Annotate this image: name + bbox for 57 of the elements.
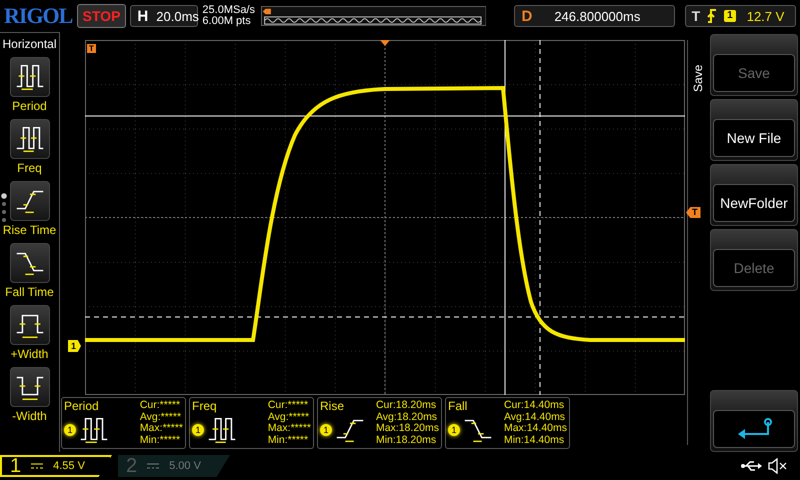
channel-tab[interactable]: 2 5.00 V [118, 455, 230, 477]
sample-rate: 25.0MSa/s [202, 5, 256, 16]
delay-label: D [521, 8, 532, 24]
measurement-value: Cur:14.40ms [504, 400, 566, 412]
trigger-channel-badge: 1 [724, 10, 736, 22]
horizontal-label: H [137, 8, 148, 24]
measurement-title: Rise [320, 400, 346, 413]
measurement-value: Max:14.40ms [504, 423, 567, 434]
measurement-value: Min:18.20ms [376, 434, 438, 446]
trigger-position-marker[interactable]: T [87, 44, 96, 53]
trigger-label: T [692, 8, 700, 24]
channel-badge: 1 [320, 424, 332, 436]
measurement-value: Cur:***** [140, 400, 182, 412]
channel-number: 1 [10, 454, 22, 478]
menu-button[interactable]: New File [713, 119, 795, 157]
channel-scale: 5.00 V [169, 460, 201, 472]
brand-logo: RIGOL [4, 3, 73, 29]
timebase-panel[interactable]: H 20.0ms [130, 5, 198, 27]
measurement-value: Avg:18.20ms [376, 412, 438, 423]
channel-badge: 1 [64, 424, 76, 436]
measurement-value: Avg:***** [140, 412, 182, 423]
measurement-title: Period [64, 400, 100, 413]
measurement-value: Max:***** [268, 423, 311, 434]
menu-button[interactable]: NewFolder [713, 184, 795, 222]
measurement-value: Avg:14.40ms [504, 412, 566, 423]
measure-label: +Width [10, 347, 48, 361]
memory-depth: 6.00M pts [202, 16, 252, 27]
channel-badge: 1 [448, 424, 460, 436]
measurement-value: Max:18.20ms [376, 423, 439, 434]
delay-panel[interactable]: D 246.800000ms [514, 5, 675, 27]
measurement-value: Min:***** [140, 434, 182, 446]
measurement-value: Max:***** [140, 423, 183, 434]
measure-label: Period [12, 99, 47, 113]
trigger-level: 12.7 V [746, 8, 784, 24]
delay-value: 246.800000ms [554, 8, 640, 24]
trigger-panel[interactable]: T 1 12.7 V [684, 5, 796, 27]
run-stop-status[interactable]: STOP [76, 4, 126, 28]
measure-label: Rise Time [2, 223, 56, 237]
measurement-value: Avg:***** [268, 412, 310, 423]
measurement-title: Freq [192, 400, 218, 413]
measurement-value: Cur:***** [268, 400, 310, 412]
timebase-value: 20.0ms [156, 8, 199, 24]
measurement-title: Fall [448, 400, 468, 413]
measurement-value: Cur:18.20ms [376, 400, 438, 412]
trigger-level-marker[interactable]: T [686, 207, 700, 218]
channel-number: 2 [126, 454, 138, 478]
sidebar-title: Horizontal [2, 37, 57, 51]
measurement-value: Min:14.40ms [504, 434, 566, 446]
channel-tab[interactable]: 1 4.55 V [0, 455, 112, 477]
channel-badge: 1 [192, 424, 204, 436]
measurement-value: Min:***** [268, 434, 310, 446]
measure-label: Fall Time [5, 285, 54, 299]
menu-title: Save [691, 64, 705, 92]
measure-label: -Width [12, 409, 47, 423]
measure-label: Freq [17, 161, 42, 175]
channel-marker[interactable]: 1 [68, 340, 82, 352]
channel-scale: 4.55 V [53, 460, 85, 472]
